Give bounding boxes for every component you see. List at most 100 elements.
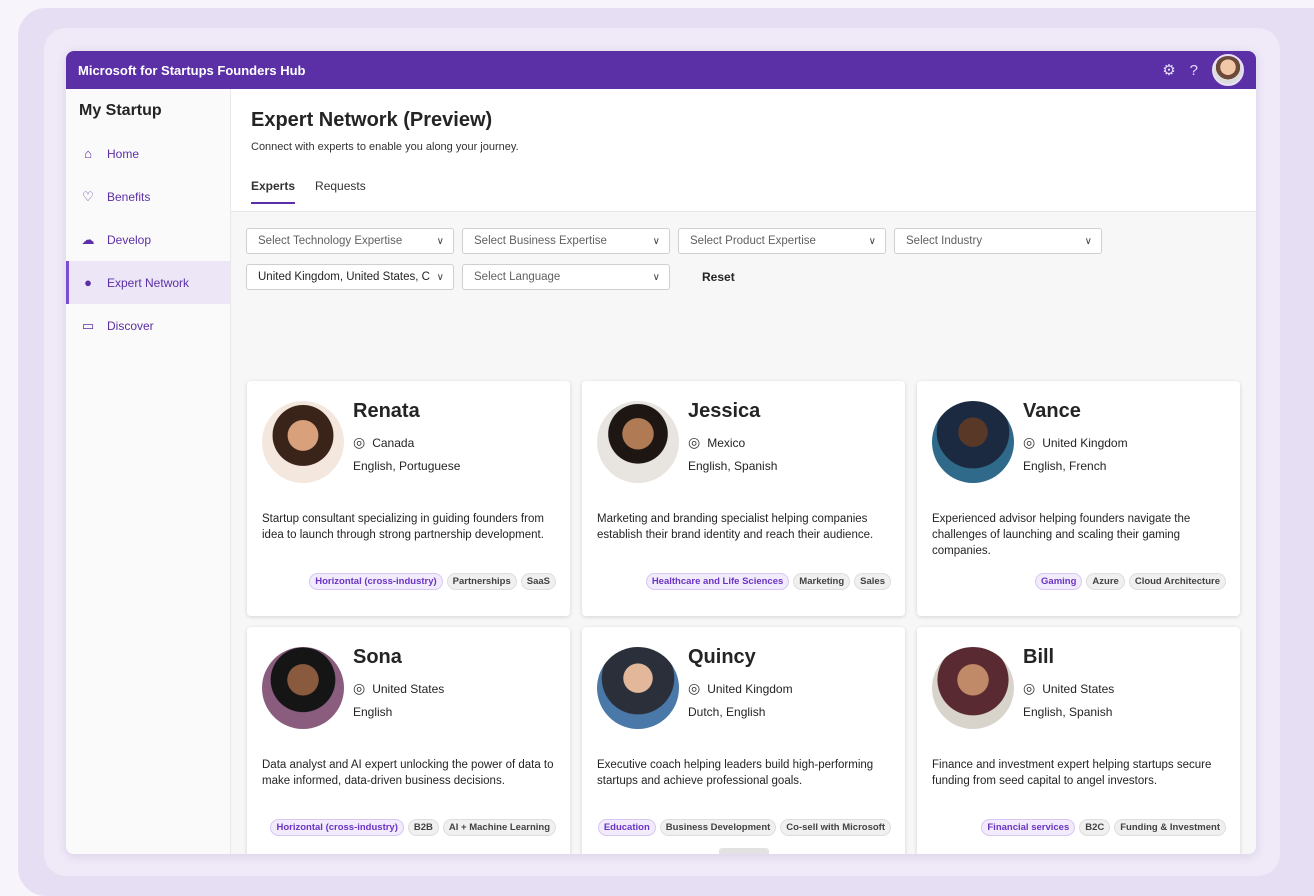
sidebar-item-expert-network[interactable]: ● Expert Network	[66, 261, 230, 304]
expert-languages: English, French	[1023, 459, 1107, 473]
tag-list: Horizontal (cross-industry) B2B AI + Mac…	[266, 819, 556, 836]
expert-description: Data analyst and AI expert unlocking the…	[262, 759, 554, 787]
expert-photo	[262, 647, 344, 729]
expert-photo	[597, 401, 679, 483]
help-icon[interactable]: ?	[1190, 62, 1198, 79]
tag: Gaming	[1035, 573, 1083, 590]
expert-card[interactable]: Vance ◎ United Kingdom English, French Ex…	[917, 381, 1240, 616]
person-icon: ●	[84, 275, 92, 290]
expert-location: ◎ United States	[1023, 680, 1114, 697]
user-avatar[interactable]	[1212, 54, 1244, 86]
tag: B2C	[1079, 819, 1111, 836]
reset-button[interactable]: Reset	[702, 270, 735, 284]
select-text: United Kingdom, United States, C	[258, 271, 430, 283]
tag: SaaS	[520, 573, 556, 590]
expert-name: Renata	[353, 400, 420, 422]
chevron-down-icon: ∨	[652, 235, 660, 247]
pagination-indicator[interactable]	[719, 848, 769, 854]
tag: Cloud Architecture	[1128, 573, 1226, 590]
expert-name: Quincy	[688, 646, 756, 668]
tag-list: Gaming Azure Cloud Architecture	[1031, 573, 1226, 590]
tab-experts[interactable]: Experts	[251, 179, 296, 204]
tag: AI + Machine Learning	[442, 819, 556, 836]
expert-name: Jessica	[688, 400, 761, 422]
location-text: Canada	[372, 435, 415, 450]
sidebar-item-label: Develop	[107, 232, 152, 247]
cloud-icon: ☁	[81, 231, 95, 247]
expert-card[interactable]: Bill ◎ United States English, Spanish Fin…	[917, 627, 1240, 854]
expert-description: Marketing and branding specialist helpin…	[597, 513, 874, 541]
location-text: United States	[372, 681, 445, 696]
location-pin-icon: ◎	[688, 434, 701, 450]
tag-list: Education Business Development Co-sell w…	[594, 819, 891, 836]
select-text: Select Industry	[906, 235, 983, 247]
sidebar-item-label: Expert Network	[107, 275, 190, 290]
tag: B2B	[407, 819, 439, 836]
expert-description: Finance and investment expert helping st…	[932, 759, 1212, 787]
expert-languages: English, Spanish	[688, 459, 778, 473]
page-subtitle: Connect with experts to enable you along…	[251, 141, 519, 153]
expert-photo	[262, 401, 344, 483]
sidebar-item-label: Discover	[107, 318, 154, 333]
tag: Funding & Investment	[1114, 819, 1226, 836]
location-pin-icon: ◎	[688, 680, 701, 696]
ribbon-icon: ♡	[82, 188, 94, 204]
chevron-down-icon: ∨	[436, 271, 444, 283]
expert-languages: Dutch, English	[688, 705, 766, 719]
filter-area: Select Technology Expertise ∨ Select Busi…	[231, 212, 1256, 290]
sidebar-item-benefits[interactable]: ♡ Benefits	[66, 175, 230, 218]
sidebar-item-home[interactable]: ⌂ Home	[66, 132, 230, 175]
gear-icon[interactable]: ⚙	[1162, 61, 1175, 79]
product-expertise-select[interactable]: Select Product Expertise ∨	[678, 228, 886, 254]
tag: Co-sell with Microsoft	[780, 819, 891, 836]
tag: Horizontal (cross-industry)	[270, 819, 404, 836]
sidebar-item-discover[interactable]: ▭ Discover	[66, 304, 230, 347]
select-text: Select Language	[474, 271, 561, 283]
tag: Business Development	[659, 819, 777, 836]
language-select[interactable]: Select Language ∨	[462, 264, 670, 290]
expert-description: Startup consultant specializing in guidi…	[262, 513, 544, 541]
industry-select[interactable]: Select Industry ∨	[894, 228, 1102, 254]
tab-bar: Experts Requests	[251, 179, 1236, 204]
sidebar-item-develop[interactable]: ☁ Develop	[66, 218, 230, 261]
expert-photo	[597, 647, 679, 729]
sidebar: My Startup ⌂ Home ♡ Benefits ☁ Develop ●…	[66, 89, 231, 854]
expert-description: Experienced advisor helping founders nav…	[932, 513, 1191, 557]
location-text: United Kingdom	[1042, 435, 1128, 450]
location-text: United States	[1042, 681, 1115, 696]
location-text: Mexico	[707, 435, 746, 450]
expert-location: ◎ Canada	[353, 434, 414, 451]
sidebar-item-label: Benefits	[107, 189, 151, 204]
main-content: Expert Network (Preview) Connect with ex…	[231, 89, 1256, 854]
location-pin-icon: ◎	[1023, 680, 1036, 696]
expert-location: ◎ United States	[353, 680, 444, 697]
location-select[interactable]: United Kingdom, United States, C ∨	[246, 264, 454, 290]
technology-expertise-select[interactable]: Select Technology Expertise ∨	[246, 228, 454, 254]
book-icon: ▭	[81, 317, 95, 333]
chevron-down-icon: ∨	[436, 235, 444, 247]
location-pin-icon: ◎	[353, 680, 366, 696]
expert-card[interactable]: Renata ◎ Canada English, Portuguese Start…	[247, 381, 570, 616]
business-expertise-select[interactable]: Select Business Expertise ∨	[462, 228, 670, 254]
expert-card[interactable]: Quincy ◎ United Kingdom Dutch, English Ex…	[582, 627, 905, 854]
page-header: Expert Network (Preview) Connect with ex…	[231, 89, 1256, 212]
tag-list: Financial services B2C Funding & Investm…	[977, 819, 1226, 836]
expert-card-grid: Renata ◎ Canada English, Portuguese Start…	[247, 381, 1240, 854]
expert-photo	[932, 647, 1014, 729]
expert-card[interactable]: Jessica ◎ Mexico English, Spanish Marketi…	[582, 381, 905, 616]
tag: Horizontal (cross-industry)	[309, 573, 443, 590]
tag-list: Horizontal (cross-industry) Partnerships…	[305, 573, 556, 590]
tag: Sales	[854, 573, 891, 590]
tag: Healthcare and Life Sciences	[645, 573, 790, 590]
expert-languages: English, Portuguese	[353, 459, 461, 473]
expert-name: Sona	[353, 646, 402, 668]
expert-location: ◎ Mexico	[688, 434, 745, 451]
tab-requests[interactable]: Requests	[315, 179, 366, 204]
expert-location: ◎ United Kingdom	[1023, 434, 1128, 451]
chevron-down-icon: ∨	[868, 235, 876, 247]
tag: Partnerships	[446, 573, 517, 590]
app-window: Microsoft for Startups Founders Hub ⚙ ? …	[66, 51, 1256, 854]
select-text: Select Technology Expertise	[258, 235, 403, 247]
expert-card[interactable]: Sona ◎ United States English Data analyst…	[247, 627, 570, 854]
sidebar-title: My Startup	[79, 102, 162, 119]
